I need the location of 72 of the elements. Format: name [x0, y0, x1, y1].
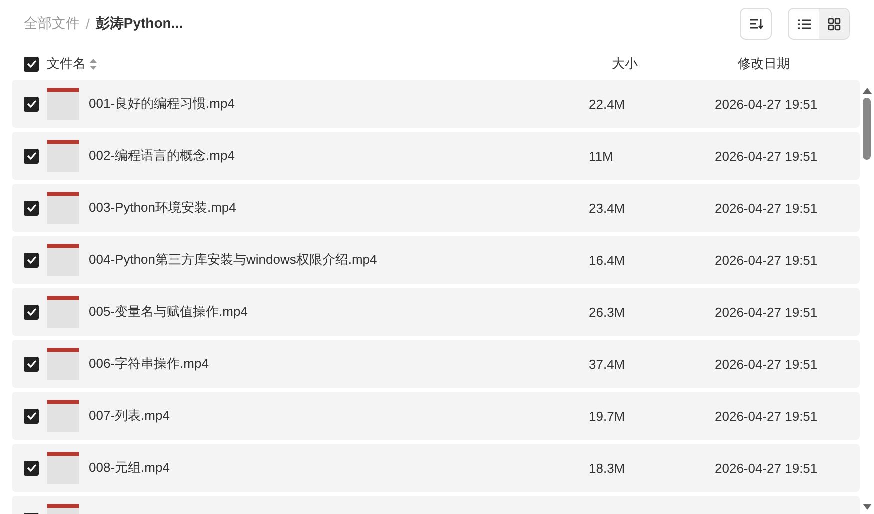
- scroll-up-icon: [862, 88, 872, 94]
- video-thumbnail: [47, 296, 79, 328]
- modified-date: 2026-04-27 19:51: [715, 356, 818, 372]
- checkmark-icon: [26, 464, 36, 472]
- row-checkbox[interactable]: [24, 460, 39, 476]
- row-checkbox[interactable]: [24, 148, 39, 164]
- file-row[interactable]: 002-编程语言的概念.mp4 11M 2026-04-27 19:51: [12, 132, 860, 180]
- checkmark-icon: [26, 60, 36, 68]
- file-size: 26.3M: [589, 304, 626, 320]
- file-size: 19.7M: [589, 408, 626, 424]
- file-row[interactable]: 003-Python环境安装.mp4 23.4M 2026-04-27 19:51: [12, 184, 860, 232]
- video-thumbnail: [47, 88, 79, 120]
- file-name: 003-Python环境安装.mp4: [89, 199, 238, 217]
- video-thumbnail: [47, 348, 79, 380]
- file-size: 16.4M: [589, 252, 626, 268]
- file-size: 22.4M: [589, 96, 626, 112]
- checkmark-icon: [26, 152, 36, 160]
- scroll-down-icon: [862, 504, 872, 510]
- video-thumbnail: [47, 140, 79, 172]
- file-name: 001-良好的编程习惯.mp4: [89, 95, 236, 113]
- row-checkbox[interactable]: [24, 252, 39, 268]
- checkmark-icon: [26, 256, 36, 264]
- checkmark-icon: [26, 308, 36, 316]
- grid-view-button[interactable]: [819, 9, 849, 39]
- modified-date: 2026-04-27 19:51: [715, 96, 818, 112]
- modified-date: 2026-04-27 19:51: [715, 200, 818, 216]
- video-thumbnail: [47, 192, 79, 224]
- file-row[interactable]: 007-列表.mp4 19.7M 2026-04-27 19:51: [12, 392, 860, 440]
- modified-date: 2026-04-27 19:51: [715, 460, 818, 476]
- checkmark-icon: [26, 360, 36, 368]
- file-name: 008-元组.mp4: [89, 459, 171, 477]
- sort-arrows-icon[interactable]: [90, 58, 97, 70]
- file-row[interactable]: 005-变量名与赋值操作.mp4 26.3M 2026-04-27 19:51: [12, 288, 860, 336]
- file-size: 23.4M: [589, 200, 626, 216]
- row-checkbox[interactable]: [24, 200, 39, 216]
- breadcrumb-separator: /: [86, 16, 90, 32]
- file-name: 002-编程语言的概念.mp4: [89, 147, 236, 165]
- column-header[interactable]: 大小: [612, 55, 638, 73]
- breadcrumb-item: 彭涛Python...: [96, 15, 184, 33]
- scrollbar-thumb[interactable]: [863, 98, 871, 160]
- file-row[interactable]: 001-良好的编程习惯.mp4 22.4M 2026-04-27 19:51: [12, 80, 860, 128]
- row-checkbox[interactable]: [24, 304, 39, 320]
- checkmark-icon: [26, 412, 36, 420]
- sort-icon: [749, 18, 763, 30]
- file-row[interactable]: 008-元组.mp4 18.3M 2026-04-27 19:51: [12, 444, 860, 492]
- file-size: 37.4M: [589, 356, 626, 372]
- row-checkbox[interactable]: [24, 96, 39, 112]
- column-header[interactable]: 文件名: [47, 55, 86, 73]
- video-thumbnail: [47, 400, 79, 432]
- file-row[interactable]: 006-字符串操作.mp4 37.4M 2026-04-27 19:51: [12, 340, 860, 388]
- list-icon: [798, 18, 810, 30]
- file-size: 11M: [589, 148, 614, 164]
- file-name: 005-变量名与赋值操作.mp4: [89, 303, 249, 321]
- checkmark-icon: [26, 204, 36, 212]
- modified-date: 2026-04-27 19:51: [715, 408, 818, 424]
- modified-date: 2026-04-27 19:51: [715, 148, 818, 164]
- row-checkbox[interactable]: [24, 356, 39, 372]
- file-name: 004-Python第三方库安装与windows权限介绍.mp4: [89, 251, 378, 269]
- row-checkbox[interactable]: [24, 408, 39, 424]
- grid-icon: [828, 18, 840, 30]
- file-row[interactable]: 004-Python第三方库安装与windows权限介绍.mp4 16.4M 2026-04-27 19:51: [12, 236, 860, 284]
- file-name: 006-字符串操作.mp4: [89, 355, 210, 373]
- sort-button[interactable]: [740, 8, 772, 40]
- video-thumbnail: [47, 452, 79, 484]
- modified-date: 2026-04-27 19:51: [715, 252, 818, 268]
- file-name: 007-列表.mp4: [89, 407, 171, 425]
- modified-date: 2026-04-27 19:51: [715, 304, 818, 320]
- select-all-checkbox[interactable]: [24, 56, 39, 72]
- file-size: 18.3M: [589, 460, 626, 476]
- column-header[interactable]: 修改日期: [738, 55, 790, 73]
- checkmark-icon: [26, 100, 36, 108]
- video-thumbnail: [47, 244, 79, 276]
